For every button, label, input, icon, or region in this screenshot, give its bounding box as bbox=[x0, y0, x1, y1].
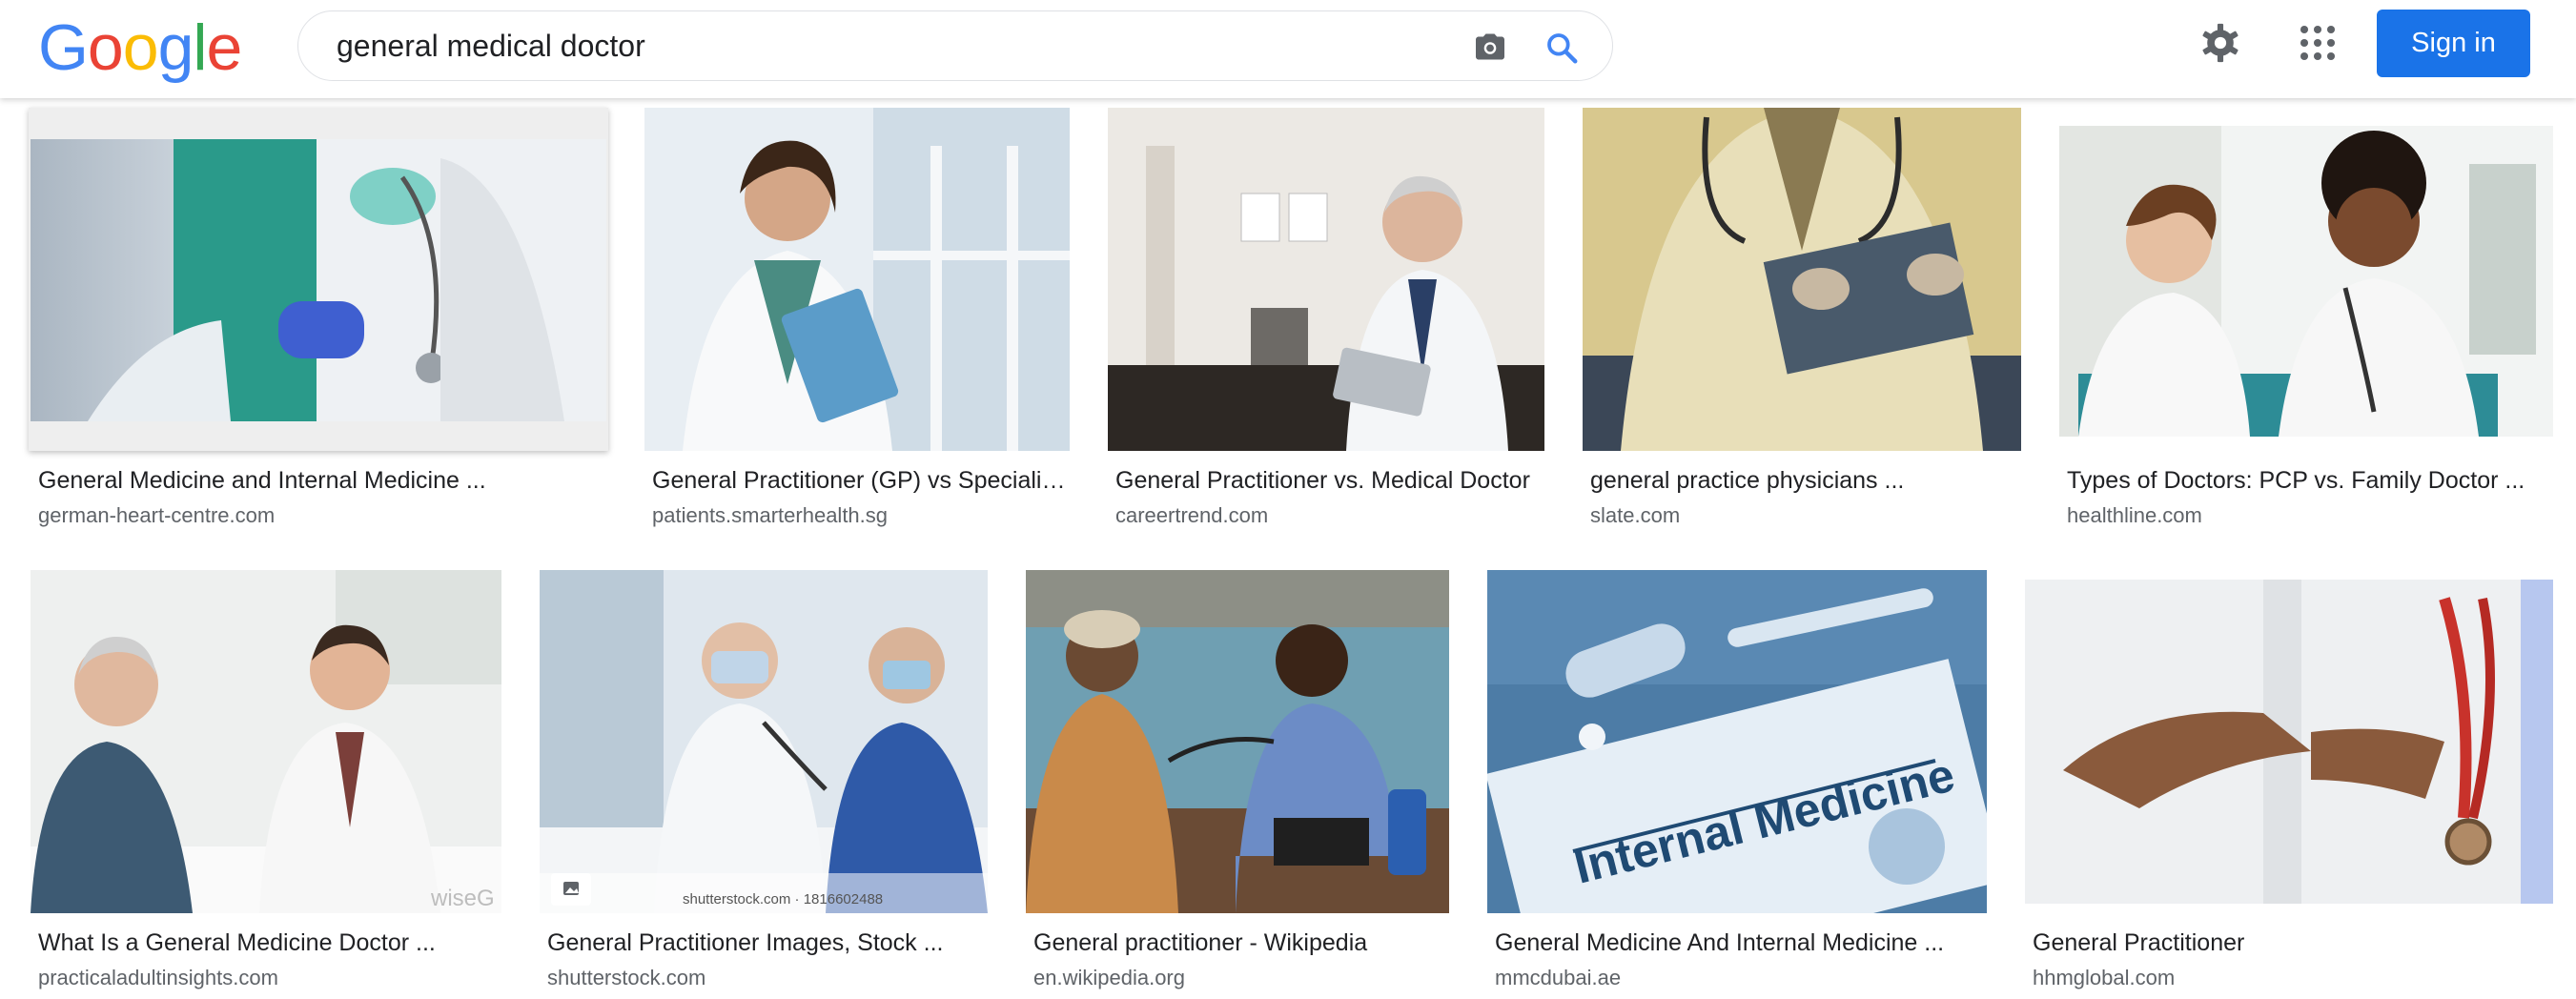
image-badge-icon bbox=[551, 873, 591, 906]
result-thumbnail[interactable] bbox=[31, 139, 606, 421]
result-source[interactable]: hhmglobal.com bbox=[2033, 966, 2175, 990]
result-thumbnail[interactable]: shutterstock.com · 1816602488 bbox=[540, 570, 988, 913]
result-caption[interactable]: General Practitioner bbox=[2033, 929, 2553, 957]
result-thumbnail[interactable]: Internal Medicine bbox=[1487, 570, 1987, 913]
result-thumbnail[interactable]: wiseG bbox=[31, 570, 501, 913]
result-source[interactable]: careertrend.com bbox=[1115, 503, 1268, 528]
result-source[interactable]: german-heart-centre.com bbox=[38, 503, 275, 528]
sign-in-button[interactable]: Sign in bbox=[2377, 10, 2530, 77]
result-caption[interactable]: general practice physicians ... bbox=[1590, 467, 2021, 495]
result-caption[interactable]: General Practitioner vs. Medical Doctor bbox=[1115, 467, 1544, 495]
result-source[interactable]: mmcdubai.ae bbox=[1495, 966, 1621, 990]
image-result[interactable]: general practice physicians ... slate.co… bbox=[1583, 108, 2021, 537]
result-caption[interactable]: General Practitioner Images, Stock ... bbox=[547, 929, 988, 957]
result-caption[interactable]: General Practitioner (GP) vs Specialis..… bbox=[652, 467, 1066, 495]
result-thumbnail[interactable] bbox=[2059, 126, 2553, 437]
logo-letter: l bbox=[193, 11, 207, 84]
result-caption[interactable]: General practitioner - Wikipedia bbox=[1033, 929, 1449, 957]
result-thumbnail[interactable] bbox=[2025, 580, 2553, 904]
logo-letter: e bbox=[206, 11, 243, 84]
logo-letter: o bbox=[122, 11, 159, 84]
search-icon[interactable] bbox=[1544, 30, 1580, 66]
image-result[interactable]: General Medicine and Internal Medicine .… bbox=[31, 108, 606, 537]
result-source[interactable]: slate.com bbox=[1590, 503, 1680, 528]
result-source[interactable]: practicaladultinsights.com bbox=[38, 966, 278, 990]
result-source[interactable]: shutterstock.com bbox=[547, 966, 705, 990]
result-caption[interactable]: Types of Doctors: PCP vs. Family Doctor … bbox=[2067, 467, 2553, 495]
result-caption[interactable]: General Medicine and Internal Medicine .… bbox=[38, 467, 601, 495]
stock-credit: shutterstock.com · 1816602488 bbox=[683, 891, 883, 907]
gear-icon[interactable] bbox=[2198, 21, 2242, 65]
search-box bbox=[297, 10, 1613, 81]
image-result[interactable]: wiseG What Is a General Medicine Doctor … bbox=[31, 570, 501, 999]
image-result[interactable]: shutterstock.com · 1816602488 General Pr… bbox=[540, 570, 988, 999]
image-watermark: wiseG bbox=[430, 886, 495, 911]
image-result[interactable]: General Practitioner vs. Medical Doctor … bbox=[1108, 108, 1544, 537]
apps-icon[interactable] bbox=[2298, 23, 2338, 63]
logo-letter: G bbox=[38, 11, 89, 84]
result-thumbnail[interactable] bbox=[1583, 108, 2021, 451]
result-thumbnail[interactable] bbox=[1026, 570, 1449, 913]
image-result[interactable]: General Practitioner hhmglobal.com bbox=[2025, 570, 2553, 999]
result-thumbnail[interactable] bbox=[1108, 108, 1544, 451]
top-bar: Google Sign in bbox=[0, 0, 2576, 98]
result-caption[interactable]: General Medicine And Internal Medicine .… bbox=[1495, 929, 1987, 957]
result-caption[interactable]: What Is a General Medicine Doctor ... bbox=[38, 929, 501, 957]
image-result[interactable]: Internal Medicine General Medicine And I… bbox=[1487, 570, 1987, 999]
google-logo[interactable]: Google bbox=[38, 11, 243, 84]
result-source[interactable]: patients.smarterhealth.sg bbox=[652, 503, 888, 528]
search-input[interactable] bbox=[337, 27, 1338, 65]
logo-letter: g bbox=[157, 11, 194, 84]
result-source[interactable]: healthline.com bbox=[2067, 503, 2202, 528]
result-thumbnail[interactable] bbox=[644, 108, 1070, 451]
image-result[interactable]: Types of Doctors: PCP vs. Family Doctor … bbox=[2059, 108, 2553, 537]
logo-letter: o bbox=[87, 11, 124, 84]
image-result[interactable]: General Practitioner (GP) vs Specialis..… bbox=[644, 108, 1070, 537]
camera-icon[interactable] bbox=[1471, 30, 1509, 64]
image-result[interactable]: General practitioner - Wikipedia en.wiki… bbox=[1026, 570, 1449, 999]
result-source[interactable]: en.wikipedia.org bbox=[1033, 966, 1185, 990]
